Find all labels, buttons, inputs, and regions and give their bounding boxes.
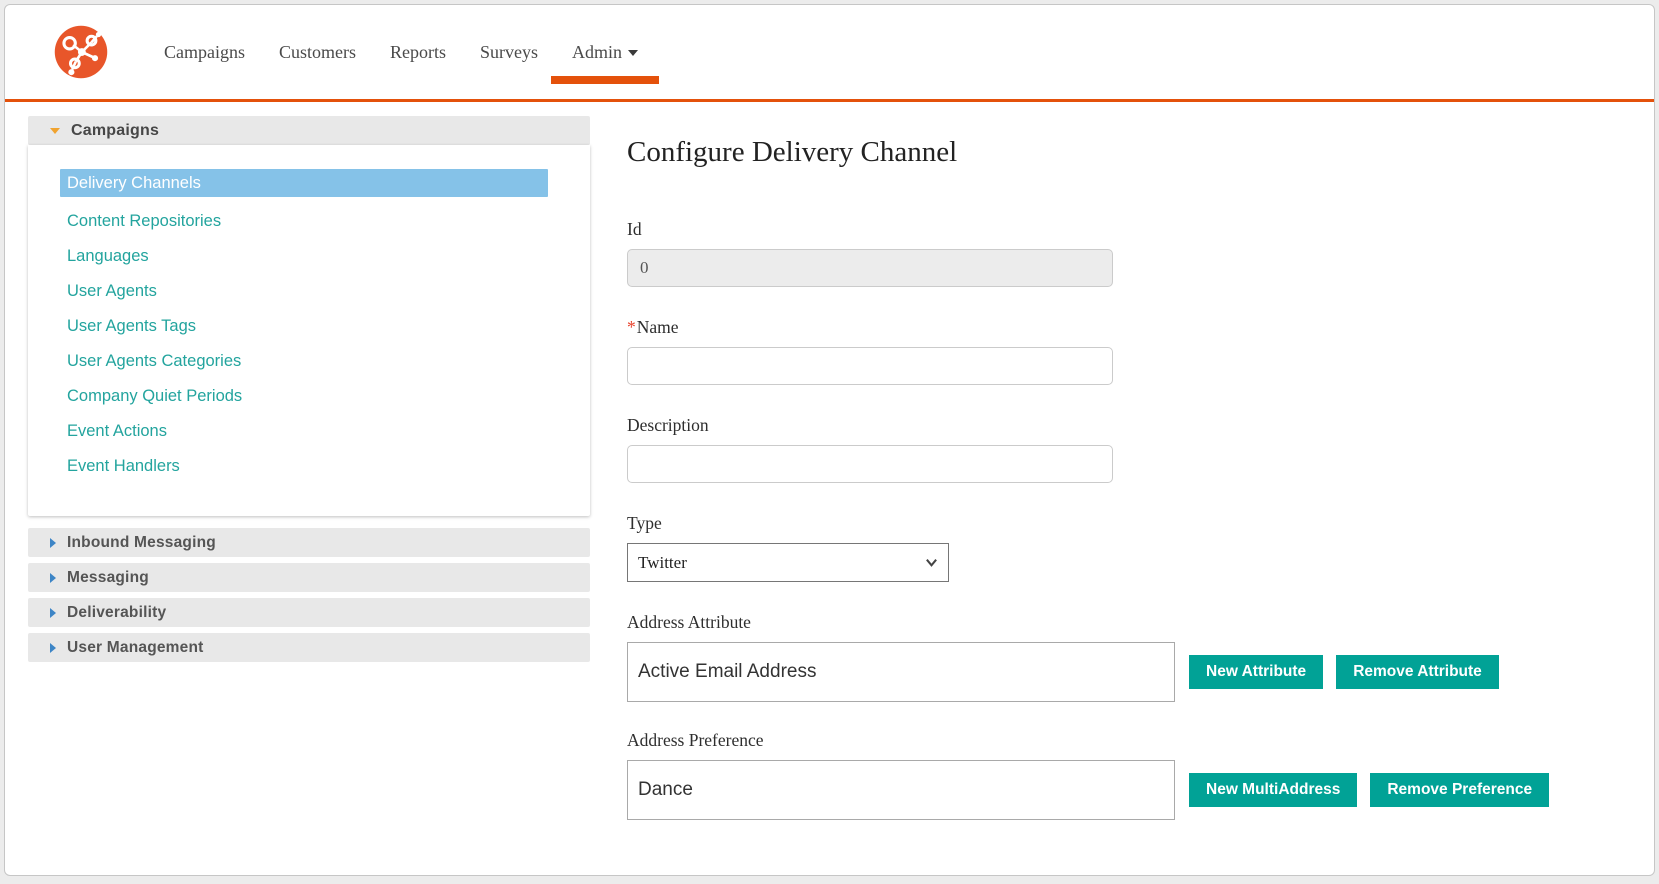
id-label: Id — [627, 219, 1627, 240]
address-attribute-field-group: Address Attribute New Attribute Remove A… — [627, 612, 1627, 702]
top-navigation-bar: Campaigns Customers Reports Surveys Admi… — [5, 5, 1654, 102]
sidebar-section-label: Inbound Messaging — [67, 534, 216, 552]
sidebar-item-event-actions[interactable]: Event Actions — [28, 414, 590, 449]
nav-item-label: Campaigns — [164, 42, 245, 62]
address-attribute-label: Address Attribute — [627, 612, 1627, 633]
caret-right-icon — [50, 538, 56, 548]
description-field[interactable] — [627, 445, 1113, 483]
name-label: *Name — [627, 317, 1627, 338]
address-attribute-row: New Attribute Remove Attribute — [627, 642, 1627, 702]
sidebar-section-campaigns[interactable]: Campaigns — [28, 116, 590, 145]
sidebar-section-messaging[interactable]: Messaging — [28, 563, 590, 592]
sidebar-item-label: Event Handlers — [67, 457, 180, 476]
remove-preference-button[interactable]: Remove Preference — [1370, 773, 1549, 807]
name-field-group: *Name — [627, 317, 1627, 385]
sidebar-item-label: User Agents — [67, 282, 157, 301]
sidebar-item-label: Event Actions — [67, 422, 167, 441]
id-field — [627, 249, 1113, 287]
sidebar-item-user-agents-tags[interactable]: User Agents Tags — [28, 309, 590, 344]
app-window: Campaigns Customers Reports Surveys Admi… — [4, 4, 1655, 876]
caret-right-icon — [50, 608, 56, 618]
sidebar-accordion: Campaigns Delivery Channels Content Repo… — [28, 116, 590, 668]
address-preference-field-group: Address Preference New MultiAddress Remo… — [627, 730, 1627, 820]
sidebar-item-label: Company Quiet Periods — [67, 387, 242, 406]
caret-right-icon — [50, 643, 56, 653]
address-preference-row: New MultiAddress Remove Preference — [627, 760, 1627, 820]
type-field-group: Type Twitter — [627, 513, 1627, 582]
nav-item-campaigns[interactable]: Campaigns — [147, 32, 262, 73]
description-label: Description — [627, 415, 1627, 436]
sidebar-section-label: User Management — [67, 639, 204, 657]
id-field-group: Id — [627, 219, 1627, 287]
nav-item-label: Customers — [279, 42, 356, 62]
nav-item-surveys[interactable]: Surveys — [463, 32, 555, 73]
sidebar-item-label: User Agents Tags — [67, 317, 196, 336]
configure-delivery-channel-form: Configure Delivery Channel Id *Name Desc… — [627, 136, 1627, 848]
page-title: Configure Delivery Channel — [627, 136, 1627, 169]
required-asterisk: * — [627, 317, 636, 337]
name-label-text: Name — [637, 317, 679, 337]
sidebar-item-event-handlers[interactable]: Event Handlers — [28, 449, 590, 484]
sidebar-section-inbound-messaging[interactable]: Inbound Messaging — [28, 528, 590, 557]
admin-dropdown-caret-icon — [628, 50, 638, 56]
nav-item-admin[interactable]: Admin — [555, 32, 655, 73]
sidebar-item-company-quiet-periods[interactable]: Company Quiet Periods — [28, 379, 590, 414]
nav-item-reports[interactable]: Reports — [373, 32, 463, 73]
sidebar-campaigns-panel: Delivery Channels Content Repositories L… — [28, 145, 590, 516]
sidebar-item-label: Languages — [67, 247, 149, 266]
new-attribute-button[interactable]: New Attribute — [1189, 655, 1323, 689]
type-label: Type — [627, 513, 1627, 534]
nav-item-label: Surveys — [480, 42, 538, 62]
new-multiaddress-button[interactable]: New MultiAddress — [1189, 773, 1357, 807]
caret-right-icon — [50, 573, 56, 583]
sidebar-item-languages[interactable]: Languages — [28, 239, 590, 274]
caret-down-icon — [50, 128, 60, 134]
sidebar-section-deliverability[interactable]: Deliverability — [28, 598, 590, 627]
description-field-group: Description — [627, 415, 1627, 483]
address-preference-field[interactable] — [627, 760, 1175, 820]
name-field[interactable] — [627, 347, 1113, 385]
type-select-wrap: Twitter — [627, 543, 949, 582]
active-tab-underline — [551, 76, 659, 84]
main-menu: Campaigns Customers Reports Surveys Admi… — [147, 32, 655, 73]
sidebar-item-label: Content Repositories — [67, 212, 221, 231]
sidebar-item-delivery-channels[interactable]: Delivery Channels — [60, 169, 548, 197]
brand-molecule-logo-icon[interactable] — [53, 24, 109, 80]
sidebar-item-user-agents-categories[interactable]: User Agents Categories — [28, 344, 590, 379]
sidebar-section-label: Campaigns — [71, 122, 159, 140]
nav-item-label: Admin — [572, 42, 622, 62]
sidebar-item-user-agents[interactable]: User Agents — [28, 274, 590, 309]
nav-item-customers[interactable]: Customers — [262, 32, 373, 73]
sidebar-item-content-repositories[interactable]: Content Repositories — [28, 204, 590, 239]
address-preference-label: Address Preference — [627, 730, 1627, 751]
type-select[interactable]: Twitter — [627, 543, 949, 582]
sidebar-item-label: Delivery Channels — [67, 174, 201, 193]
nav-item-label: Reports — [390, 42, 446, 62]
remove-attribute-button[interactable]: Remove Attribute — [1336, 655, 1499, 689]
sidebar-section-user-management[interactable]: User Management — [28, 633, 590, 662]
sidebar-section-label: Messaging — [67, 569, 149, 587]
sidebar-section-label: Deliverability — [67, 604, 166, 622]
address-attribute-field[interactable] — [627, 642, 1175, 702]
sidebar-item-label: User Agents Categories — [67, 352, 241, 371]
